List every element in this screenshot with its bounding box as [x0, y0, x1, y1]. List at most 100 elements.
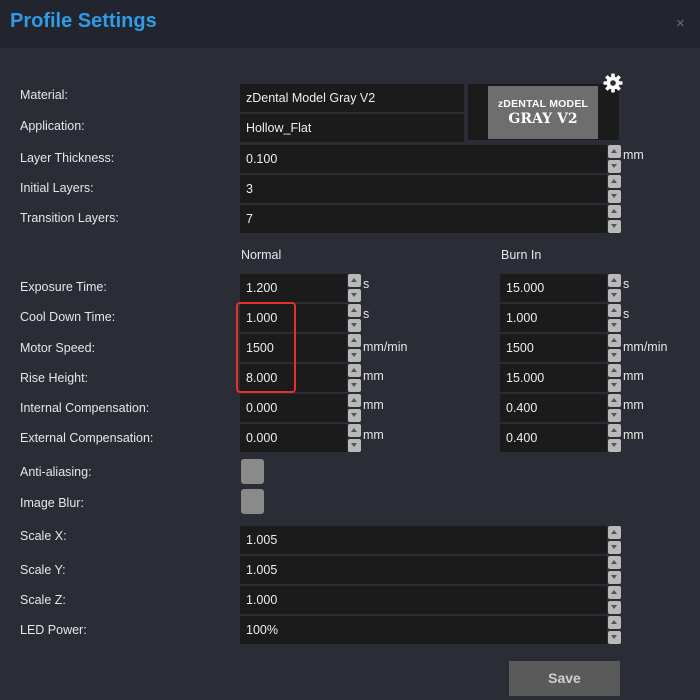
- decrement-arrow-icon[interactable]: [608, 601, 621, 614]
- layer-thickness-stepper[interactable]: [608, 145, 621, 173]
- close-icon[interactable]: ×: [676, 15, 685, 32]
- motor-speed-normal-field[interactable]: 1500: [240, 334, 347, 362]
- exposure-time-burn-in-field[interactable]: 15.000: [500, 274, 607, 302]
- increment-arrow-icon[interactable]: [608, 526, 621, 539]
- normal-column-header: Normal: [241, 248, 282, 262]
- increment-arrow-icon[interactable]: [348, 304, 361, 317]
- decrement-arrow-icon[interactable]: [608, 289, 621, 302]
- led-power-label: LED Power:: [20, 623, 87, 637]
- decrement-arrow-icon[interactable]: [608, 160, 621, 173]
- layer-thickness-unit: mm: [623, 148, 644, 162]
- decrement-arrow-icon[interactable]: [348, 409, 361, 422]
- cool-down-time-normal-stepper[interactable]: [348, 304, 361, 332]
- motor-speed-burn-in-unit: mm/min: [623, 340, 668, 354]
- led-power-field[interactable]: 100%: [240, 616, 607, 644]
- material-field[interactable]: zDental Model Gray V2: [240, 84, 464, 112]
- motor-speed-normal-stepper[interactable]: [348, 334, 361, 362]
- increment-arrow-icon[interactable]: [608, 556, 621, 569]
- internal-compensation-burn-in-unit: mm: [623, 398, 644, 412]
- external-compensation-burn-in-field[interactable]: 0.400: [500, 424, 607, 452]
- decrement-arrow-icon[interactable]: [608, 541, 621, 554]
- initial-layers-field[interactable]: 3: [240, 175, 607, 203]
- increment-arrow-icon[interactable]: [608, 364, 621, 377]
- increment-arrow-icon[interactable]: [608, 616, 621, 629]
- external-compensation-burn-in-stepper[interactable]: [608, 424, 621, 452]
- scale-y-label: Scale Y:: [20, 563, 66, 577]
- transition-layers-label: Transition Layers:: [20, 211, 119, 225]
- internal-compensation-normal-field[interactable]: 0.000: [240, 394, 347, 422]
- rise-height-normal-field[interactable]: 8.000: [240, 364, 347, 392]
- transition-layers-stepper[interactable]: [608, 205, 621, 233]
- dialog-title: Profile Settings: [10, 10, 157, 32]
- increment-arrow-icon[interactable]: [348, 334, 361, 347]
- scale-x-field[interactable]: 1.005: [240, 526, 607, 554]
- increment-arrow-icon[interactable]: [348, 364, 361, 377]
- decrement-arrow-icon[interactable]: [608, 379, 621, 392]
- cool-down-time-burn-in-unit: s: [623, 307, 630, 321]
- increment-arrow-icon[interactable]: [608, 205, 621, 218]
- decrement-arrow-icon[interactable]: [608, 631, 621, 644]
- external-compensation-normal-field[interactable]: 0.000: [240, 424, 347, 452]
- scale-z-field[interactable]: 1.000: [240, 586, 607, 614]
- internal-compensation-burn-in-stepper[interactable]: [608, 394, 621, 422]
- internal-compensation-normal-stepper[interactable]: [348, 394, 361, 422]
- decrement-arrow-icon[interactable]: [348, 379, 361, 392]
- transition-layers-field[interactable]: 7: [240, 205, 607, 233]
- exposure-time-normal-stepper[interactable]: [348, 274, 361, 302]
- scale-z-stepper[interactable]: [608, 586, 621, 614]
- decrement-arrow-icon[interactable]: [608, 409, 621, 422]
- decrement-arrow-icon[interactable]: [608, 439, 621, 452]
- decrement-arrow-icon[interactable]: [348, 319, 361, 332]
- increment-arrow-icon[interactable]: [608, 424, 621, 437]
- internal-compensation-burn-in-field[interactable]: 0.400: [500, 394, 607, 422]
- rise-height-normal-stepper[interactable]: [348, 364, 361, 392]
- rise-height-burn-in-unit: mm: [623, 369, 644, 383]
- decrement-arrow-icon[interactable]: [608, 220, 621, 233]
- decrement-arrow-icon[interactable]: [608, 190, 621, 203]
- led-power-stepper[interactable]: [608, 616, 621, 644]
- scale-x-label: Scale X:: [20, 529, 67, 543]
- exposure-time-label: Exposure Time:: [20, 280, 107, 294]
- layer-thickness-field[interactable]: 0.100: [240, 145, 607, 173]
- decrement-arrow-icon[interactable]: [608, 571, 621, 584]
- layer-thickness-label: Layer Thickness:: [20, 151, 115, 165]
- increment-arrow-icon[interactable]: [608, 304, 621, 317]
- external-compensation-burn-in-unit: mm: [623, 428, 644, 442]
- rise-height-burn-in-field[interactable]: 15.000: [500, 364, 607, 392]
- decrement-arrow-icon[interactable]: [608, 349, 621, 362]
- increment-arrow-icon[interactable]: [608, 394, 621, 407]
- cool-down-time-normal-unit: s: [363, 307, 370, 321]
- anti-aliasing-label: Anti-aliasing:: [20, 465, 92, 479]
- rise-height-burn-in-stepper[interactable]: [608, 364, 621, 392]
- decrement-arrow-icon[interactable]: [348, 289, 361, 302]
- decrement-arrow-icon[interactable]: [608, 319, 621, 332]
- cool-down-time-label: Cool Down Time:: [20, 310, 116, 324]
- motor-speed-burn-in-field[interactable]: 1500: [500, 334, 607, 362]
- exposure-time-normal-field[interactable]: 1.200: [240, 274, 347, 302]
- decrement-arrow-icon[interactable]: [348, 439, 361, 452]
- save-button[interactable]: Save: [509, 661, 620, 696]
- application-field[interactable]: Hollow_Flat: [240, 114, 464, 142]
- image-blur-checkbox[interactable]: [241, 489, 264, 514]
- cool-down-time-burn-in-stepper[interactable]: [608, 304, 621, 332]
- exposure-time-burn-in-stepper[interactable]: [608, 274, 621, 302]
- increment-arrow-icon[interactable]: [348, 424, 361, 437]
- anti-aliasing-checkbox[interactable]: [241, 459, 264, 484]
- cool-down-time-normal-field[interactable]: 1.000: [240, 304, 347, 332]
- scale-x-stepper[interactable]: [608, 526, 621, 554]
- decrement-arrow-icon[interactable]: [348, 349, 361, 362]
- gear-icon[interactable]: [603, 73, 623, 93]
- increment-arrow-icon[interactable]: [348, 274, 361, 287]
- motor-speed-burn-in-stepper[interactable]: [608, 334, 621, 362]
- increment-arrow-icon[interactable]: [608, 175, 621, 188]
- increment-arrow-icon[interactable]: [608, 274, 621, 287]
- increment-arrow-icon[interactable]: [608, 145, 621, 158]
- initial-layers-stepper[interactable]: [608, 175, 621, 203]
- scale-y-stepper[interactable]: [608, 556, 621, 584]
- increment-arrow-icon[interactable]: [348, 394, 361, 407]
- external-compensation-normal-stepper[interactable]: [348, 424, 361, 452]
- increment-arrow-icon[interactable]: [608, 334, 621, 347]
- increment-arrow-icon[interactable]: [608, 586, 621, 599]
- scale-y-field[interactable]: 1.005: [240, 556, 607, 584]
- cool-down-time-burn-in-field[interactable]: 1.000: [500, 304, 607, 332]
